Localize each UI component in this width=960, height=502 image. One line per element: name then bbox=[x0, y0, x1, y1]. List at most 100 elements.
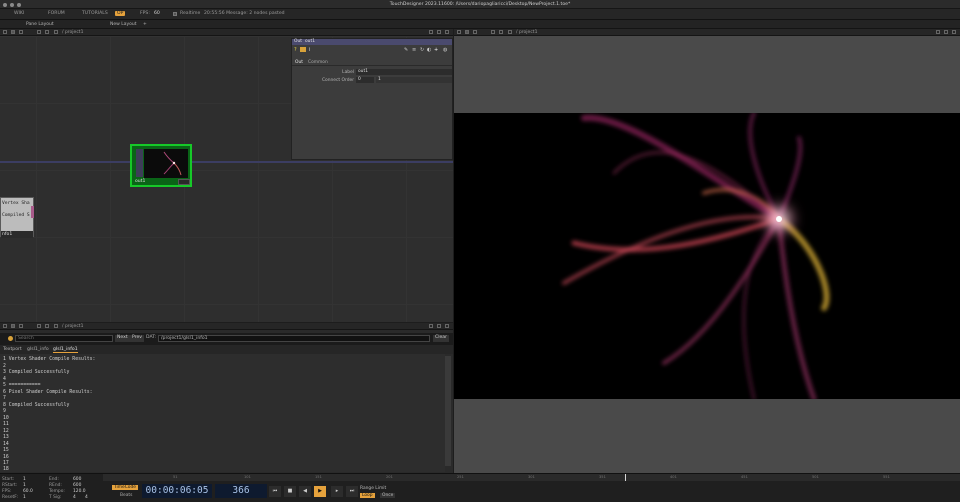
home-icon[interactable] bbox=[54, 324, 58, 328]
help-icon[interactable]: ? bbox=[294, 47, 297, 53]
globe-icon[interactable]: ◍ bbox=[443, 47, 447, 53]
pane-maximize-icon[interactable] bbox=[429, 30, 433, 34]
network-path[interactable]: / project1 bbox=[62, 30, 83, 35]
forward-icon[interactable] bbox=[45, 30, 49, 34]
python-logo-icon bbox=[8, 336, 13, 341]
info-node-output-connector[interactable] bbox=[31, 206, 34, 218]
home-icon[interactable] bbox=[54, 30, 58, 34]
start-field[interactable]: 1 bbox=[23, 477, 26, 482]
pane-options-icon[interactable] bbox=[19, 324, 23, 328]
textport-search-input[interactable] bbox=[15, 335, 113, 342]
pane-float-icon[interactable] bbox=[944, 30, 948, 34]
timecode-mode-button[interactable]: TimeCode bbox=[112, 485, 138, 490]
pane-maximize-icon[interactable] bbox=[429, 324, 433, 328]
pane-close-icon[interactable] bbox=[952, 30, 956, 34]
refresh-icon[interactable]: ↻ bbox=[420, 47, 424, 53]
fps-field[interactable]: 60.0 bbox=[23, 489, 33, 494]
pane-split-icon[interactable] bbox=[465, 30, 469, 34]
pane-layout-button[interactable]: Pane Layout bbox=[26, 22, 54, 27]
jump-start-icon[interactable]: ⏮ bbox=[269, 486, 281, 497]
back-icon[interactable] bbox=[491, 30, 495, 34]
comment-icon[interactable]: ≡ bbox=[412, 47, 416, 53]
playhead[interactable] bbox=[625, 474, 626, 481]
out-top-node[interactable]: out1 bbox=[130, 144, 192, 187]
pane-options-icon[interactable] bbox=[19, 30, 23, 34]
pane-float-icon[interactable] bbox=[437, 324, 441, 328]
textport-line: 16 bbox=[3, 454, 9, 460]
tab-glsl1-info[interactable]: glsl1_info bbox=[27, 347, 49, 352]
info-dat-node[interactable]: Vertex Sha Compiled S nfo1 bbox=[0, 197, 34, 238]
pane-menu-icon[interactable] bbox=[3, 30, 7, 34]
pane-float-icon[interactable] bbox=[437, 30, 441, 34]
menu-tutorials[interactable]: TUTORIALS bbox=[82, 11, 108, 16]
textport-scrollbar[interactable] bbox=[445, 356, 451, 466]
forward-icon[interactable] bbox=[499, 30, 503, 34]
ruler-tick: 501 bbox=[812, 475, 819, 479]
tsig-numerator[interactable]: 4 bbox=[73, 495, 76, 500]
rend-field[interactable]: 600 bbox=[73, 483, 81, 488]
frame-display[interactable]: 366 bbox=[215, 484, 267, 498]
connect-order-slider[interactable]: 1 bbox=[376, 77, 452, 83]
add-icon[interactable]: + bbox=[434, 47, 438, 53]
viewer-path[interactable]: / project1 bbox=[516, 30, 537, 35]
realtime-checkbox[interactable] bbox=[173, 12, 177, 16]
new-layout-button[interactable]: New Layout bbox=[110, 22, 137, 27]
render-output-image[interactable] bbox=[454, 113, 960, 399]
add-layout-button[interactable]: + bbox=[143, 22, 147, 27]
rstart-field[interactable]: 1 bbox=[23, 483, 26, 488]
jump-end-icon[interactable]: ⏭ bbox=[346, 486, 358, 497]
timeline-ruler[interactable]: 51 101 151 201 251 301 351 401 451 501 5… bbox=[103, 474, 960, 481]
next-button[interactable]: Next bbox=[115, 335, 130, 342]
back-icon[interactable] bbox=[37, 324, 41, 328]
ruler-tick: 151 bbox=[315, 475, 322, 479]
node-viewer-toggle-icon[interactable] bbox=[178, 179, 190, 185]
beats-mode-button[interactable]: Beats bbox=[118, 493, 134, 498]
op-name[interactable]: out1 bbox=[305, 39, 315, 44]
dat-path-field[interactable]: /project1/glsl1_info1 bbox=[158, 335, 430, 342]
pane-split-icon[interactable] bbox=[11, 324, 15, 328]
prev-button[interactable]: Prev bbox=[130, 335, 145, 342]
node-flags-icon[interactable] bbox=[136, 149, 143, 177]
tsig-denominator[interactable]: 4 bbox=[85, 495, 88, 500]
connect-order-field[interactable]: 0 bbox=[356, 77, 374, 83]
loop-button[interactable]: Loop bbox=[360, 493, 375, 498]
compare-icon[interactable]: ◐ bbox=[427, 47, 431, 53]
once-button[interactable]: Once bbox=[380, 493, 396, 498]
menu-op[interactable]: OP bbox=[115, 11, 126, 16]
resetf-field[interactable]: 1 bbox=[23, 495, 26, 500]
textport-content[interactable]: 1 Vertex Shader Compile Results: 2 3 Com… bbox=[0, 354, 445, 472]
pane-maximize-icon[interactable] bbox=[936, 30, 940, 34]
tempo-field[interactable]: 120.0 bbox=[73, 489, 86, 494]
fps-label: FPS: bbox=[2, 489, 12, 494]
label-param-name: Label bbox=[342, 70, 354, 75]
home-icon[interactable] bbox=[508, 30, 512, 34]
label-param-field[interactable]: out1 bbox=[356, 69, 452, 75]
info-icon[interactable]: i bbox=[309, 47, 310, 53]
pane-options-icon[interactable] bbox=[473, 30, 477, 34]
pane-close-icon[interactable] bbox=[445, 324, 449, 328]
tab-out[interactable]: Out bbox=[295, 60, 303, 65]
play-icon[interactable]: ▶ bbox=[314, 486, 326, 497]
dat-label: DAT: bbox=[146, 335, 157, 340]
stop-icon[interactable]: ■ bbox=[284, 486, 296, 497]
parameter-header: Out out1 bbox=[292, 39, 452, 45]
pane-split-icon[interactable] bbox=[11, 30, 15, 34]
timecode-display[interactable]: 00:00:06:05 bbox=[142, 484, 212, 498]
clear-button[interactable]: Clear bbox=[433, 335, 450, 342]
step-back-icon[interactable]: ◀ bbox=[299, 486, 311, 497]
forward-icon[interactable] bbox=[45, 324, 49, 328]
textport-path[interactable]: / project1 bbox=[62, 324, 83, 329]
python-icon[interactable] bbox=[300, 47, 306, 52]
edit-icon[interactable]: ✎ bbox=[404, 47, 408, 53]
tab-glsl1-info1[interactable]: glsl1_info1 bbox=[53, 347, 78, 353]
pane-menu-icon[interactable] bbox=[457, 30, 461, 34]
step-forward-icon[interactable]: ▸ bbox=[331, 486, 343, 497]
tab-textport[interactable]: Textport bbox=[3, 347, 22, 352]
back-icon[interactable] bbox=[37, 30, 41, 34]
tab-common[interactable]: Common bbox=[308, 60, 328, 65]
menu-forum[interactable]: FORUM bbox=[48, 11, 65, 16]
pane-close-icon[interactable] bbox=[445, 30, 449, 34]
pane-menu-icon[interactable] bbox=[3, 324, 7, 328]
menu-wiki[interactable]: WIKI bbox=[14, 11, 24, 16]
end-field[interactable]: 600 bbox=[73, 477, 81, 482]
